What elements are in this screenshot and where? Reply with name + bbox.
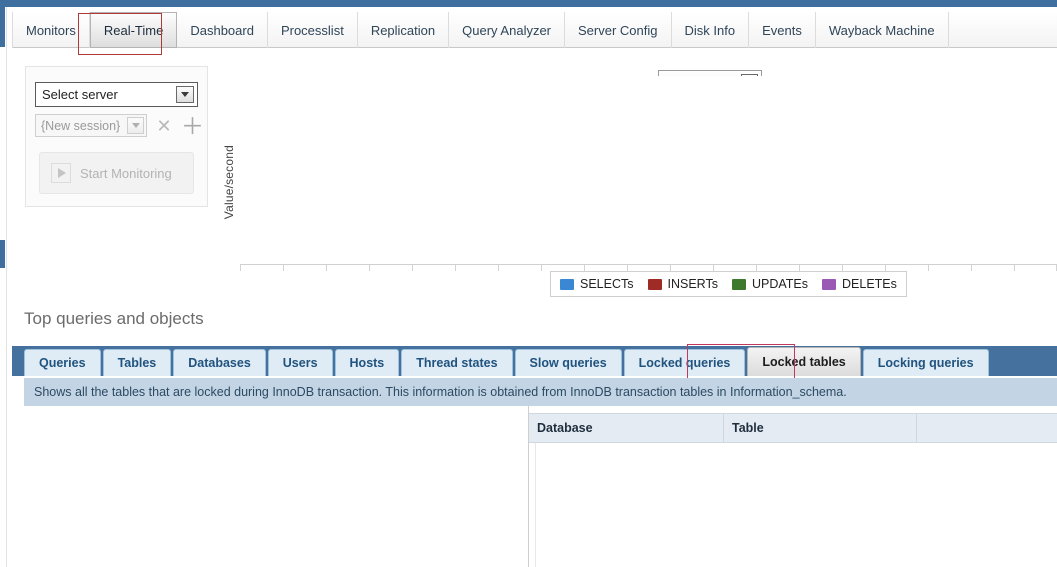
chart-legend: SELECTs INSERTs UPDATEs DELETEs xyxy=(550,271,907,297)
tab-label: Dashboard xyxy=(190,22,254,38)
chevron-down-icon[interactable] xyxy=(127,117,144,134)
subtab-label: Queries xyxy=(39,356,86,370)
column-header-spacer xyxy=(917,414,1057,442)
tab-label: Replication xyxy=(370,22,436,38)
chevron-down-icon[interactable] xyxy=(176,86,194,103)
window-top-strip xyxy=(0,0,1057,7)
tab-label: Processlist xyxy=(280,22,344,38)
x-axis-tick xyxy=(369,265,370,271)
subtab-hosts[interactable]: Hosts xyxy=(334,349,400,376)
realtime-chart: Statements Value/second SELECTs INSERTs … xyxy=(215,60,1057,305)
subtab-label: Hosts xyxy=(349,356,385,370)
x-axis-tick xyxy=(541,265,542,271)
sub-tab-list: Queries Tables Databases Users Hosts Thr… xyxy=(24,347,991,376)
subtab-locked-queries[interactable]: Locked queries xyxy=(623,349,746,376)
session-select-value: {New session} xyxy=(41,118,121,133)
start-monitoring-button[interactable]: Start Monitoring xyxy=(39,152,194,194)
tab-label: Monitors xyxy=(26,22,76,38)
column-header-table[interactable]: Table xyxy=(724,414,917,442)
x-axis-tick xyxy=(283,265,284,271)
server-select-value: Select server xyxy=(42,87,118,102)
left-rail-handle-bottom[interactable] xyxy=(0,240,5,268)
legend-swatch xyxy=(731,278,746,290)
legend-item-inserts[interactable]: INSERTs xyxy=(647,277,718,291)
subtab-label: Thread states xyxy=(416,356,498,370)
tab-label: Server Config xyxy=(578,22,658,38)
subtab-users[interactable]: Users xyxy=(267,349,333,376)
legend-label: SELECTs xyxy=(580,277,634,291)
play-icon xyxy=(51,163,71,183)
session-row: {New session} ✕ ＋ xyxy=(35,114,204,140)
column-header-label: Table xyxy=(732,421,764,435)
subtab-label: Locking queries xyxy=(877,356,974,370)
locked-tables-grid-header: Database Table xyxy=(529,413,1057,443)
subtab-locking-queries[interactable]: Locking queries xyxy=(862,349,989,376)
main-tab-list: Monitors Real-Time Dashboard Processlist… xyxy=(12,12,949,48)
plus-icon[interactable]: ＋ xyxy=(181,114,204,138)
locked-tables-grid-body xyxy=(529,443,1057,567)
server-select[interactable]: Select server xyxy=(35,82,198,107)
tab-label: Disk Info xyxy=(684,22,736,38)
legend-swatch xyxy=(560,278,574,290)
info-bar: Shows all the tables that are locked dur… xyxy=(24,378,1057,406)
tab-server-config[interactable]: Server Config xyxy=(565,12,672,48)
tab-processlist[interactable]: Processlist xyxy=(268,12,358,48)
info-bar-text: Shows all the tables that are locked dur… xyxy=(34,385,847,399)
subtab-queries[interactable]: Queries xyxy=(24,349,101,376)
subtab-label: Locked queries xyxy=(638,356,731,370)
column-header-database[interactable]: Database xyxy=(529,414,724,442)
subtab-label: Databases xyxy=(188,356,251,370)
chart-y-axis-label: Value/second xyxy=(222,145,236,220)
x-axis-tick xyxy=(412,265,413,271)
tab-wayback-machine[interactable]: Wayback Machine xyxy=(816,12,949,48)
section-title: Top queries and objects xyxy=(24,309,204,328)
tab-label: Query Analyzer xyxy=(462,22,552,38)
legend-label: UPDATEs xyxy=(751,277,809,291)
x-axis-tick xyxy=(928,265,929,271)
tab-monitors[interactable]: Monitors xyxy=(12,12,90,48)
x-axis-tick xyxy=(971,265,972,271)
tab-label: Events xyxy=(762,22,802,38)
legend-swatch xyxy=(647,278,662,290)
subtab-locked-tables[interactable]: Locked tables xyxy=(747,347,861,376)
tab-query-analyzer[interactable]: Query Analyzer xyxy=(449,12,566,48)
start-monitoring-label: Start Monitoring xyxy=(80,165,172,181)
session-select[interactable]: {New session} xyxy=(35,114,147,137)
main-tab-bar: Monitors Real-Time Dashboard Processlist… xyxy=(12,12,1057,48)
tab-replication[interactable]: Replication xyxy=(358,12,450,48)
legend-swatch xyxy=(822,278,837,290)
legend-item-selects[interactable]: SELECTs xyxy=(560,277,634,291)
subtab-slow-queries[interactable]: Slow queries xyxy=(514,349,622,376)
close-icon[interactable]: ✕ xyxy=(154,115,174,137)
legend-item-updates[interactable]: UPDATEs xyxy=(731,277,809,291)
left-content-pane xyxy=(12,406,529,567)
left-rail xyxy=(0,7,7,567)
x-axis-tick xyxy=(240,265,241,271)
tab-real-time[interactable]: Real-Time xyxy=(89,12,178,48)
subtab-thread-states[interactable]: Thread states xyxy=(401,349,513,376)
x-axis-tick xyxy=(498,265,499,271)
x-axis-tick xyxy=(1014,265,1015,271)
tab-events[interactable]: Events xyxy=(749,12,816,48)
subtab-label: Slow queries xyxy=(529,356,607,370)
tab-label: Real-Time xyxy=(103,22,164,38)
subtab-tables[interactable]: Tables xyxy=(102,349,172,376)
left-rail-handle-top[interactable] xyxy=(0,7,5,47)
subtab-label: Users xyxy=(282,356,318,370)
legend-label: DELETEs xyxy=(842,277,897,291)
subtab-label: Locked tables xyxy=(762,355,846,369)
legend-label: INSERTs xyxy=(667,277,718,291)
subtab-label: Tables xyxy=(117,356,157,370)
x-axis-tick xyxy=(326,265,327,271)
column-header-label: Database xyxy=(537,421,593,435)
grid-column-divider xyxy=(535,443,536,567)
chart-x-axis xyxy=(240,264,1057,265)
tab-dashboard[interactable]: Dashboard xyxy=(177,12,268,48)
chart-plot-area xyxy=(240,76,1057,264)
x-axis-tick xyxy=(455,265,456,271)
subtab-databases[interactable]: Databases xyxy=(173,349,266,376)
tab-label: Wayback Machine xyxy=(828,22,935,38)
tab-disk-info[interactable]: Disk Info xyxy=(672,12,750,48)
legend-item-deletes[interactable]: DELETEs xyxy=(822,277,897,291)
